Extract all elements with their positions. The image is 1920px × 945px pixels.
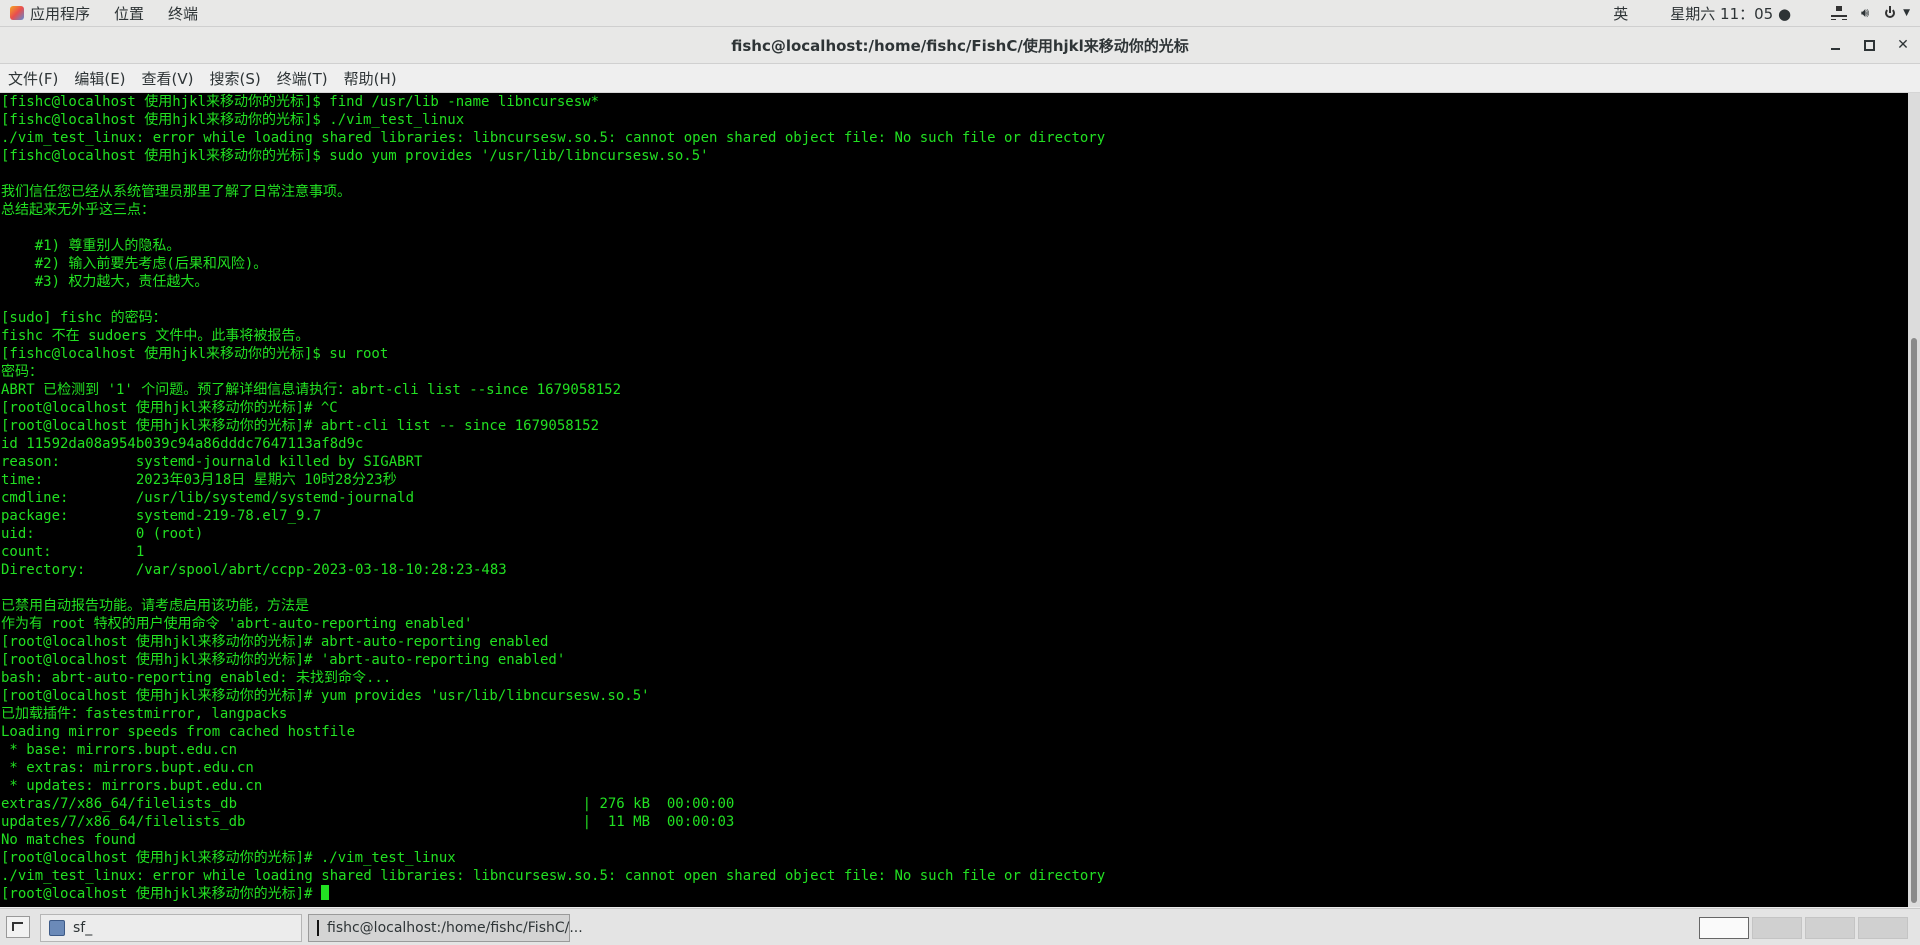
terminal-line: count: 1: [1, 544, 145, 560]
applications-menu[interactable]: 应用程序: [10, 3, 90, 24]
terminal-prompt: [root@localhost 使用hjkl来移动你的光标]#: [1, 886, 321, 902]
terminal-line: [root@localhost 使用hjkl来移动你的光标]# 'abrt-au…: [1, 652, 566, 668]
file-manager-icon: [49, 920, 65, 936]
input-method-indicator[interactable]: 英: [1613, 3, 1628, 24]
terminal-line: No matches found: [1, 832, 136, 848]
terminal-line: [fishc@localhost 使用hjkl来移动你的光标]$ find /u…: [1, 94, 600, 110]
workspace-switcher: [1696, 917, 1908, 939]
terminal-output[interactable]: [fishc@localhost 使用hjkl来移动你的光标]$ find /u…: [0, 93, 1908, 907]
terminal-line: uid: 0 (root): [1, 526, 204, 542]
terminal-line: [sudo] fishc 的密码：: [1, 310, 167, 326]
terminal-cursor: [320, 885, 329, 900]
minimize-icon: [1830, 48, 1840, 50]
workspace-3[interactable]: [1805, 917, 1855, 939]
show-desktop-button[interactable]: [6, 916, 30, 938]
minimize-button[interactable]: [1818, 27, 1852, 63]
terminal-line: [fishc@localhost 使用hjkl来移动你的光标]$ sudo yu…: [1, 148, 709, 164]
menu-terminal[interactable]: 终端(T): [269, 68, 336, 89]
terminal-line: reason: systemd-journald killed by SIGAB…: [1, 454, 423, 470]
terminal-line: 我们信任您已经从系统管理员那里了解了日常注意事项。: [1, 184, 351, 200]
terminal-line: 总结起来无外乎这三点：: [1, 202, 155, 218]
places-label: 位置: [114, 4, 145, 23]
terminal-line: extras/7/x86_64/filelists_db | 276 kB 00…: [1, 796, 735, 812]
applications-label: 应用程序: [30, 4, 91, 23]
taskbar-item-files[interactable]: sf_: [40, 914, 302, 942]
terminal-line: updates/7/x86_64/filelists_db | 11 MB 00…: [1, 814, 735, 830]
terminal-prompt-line[interactable]: [root@localhost 使用hjkl来移动你的光标]#: [0, 885, 1908, 903]
volume-icon[interactable]: 🔊︎: [1857, 6, 1873, 21]
terminal-line: Directory: /var/spool/abrt/ccpp-2023-03-…: [1, 562, 507, 578]
scrollbar-thumb[interactable]: [1911, 338, 1917, 903]
terminal-line: cmdline: /usr/lib/systemd/systemd-journa…: [1, 490, 415, 506]
window-title: fishc@localhost:/home/fishc/FishC/使用hjkl…: [731, 36, 1189, 55]
power-icon[interactable]: [1883, 6, 1899, 20]
maximize-icon: [1863, 39, 1875, 51]
workspace-4[interactable]: [1858, 917, 1908, 939]
taskbar-item-label: fishc@localhost:/home/fishc/FishC/...: [327, 920, 583, 936]
terminal-line: #1) 尊重别人的隐私。: [1, 238, 181, 254]
terminal-line: 密码：: [1, 364, 43, 380]
places-menu[interactable]: 位置: [114, 3, 144, 24]
terminal-line: [root@localhost 使用hjkl来移动你的光标]# abrt-cli…: [1, 418, 600, 434]
terminal-line: [root@localhost 使用hjkl来移动你的光标]# ./vim_te…: [1, 850, 456, 866]
terminal-line: * base: mirrors.bupt.edu.cn: [1, 742, 238, 758]
menu-view[interactable]: 查看(V): [134, 68, 202, 89]
terminal-line: ./vim_test_linux: error while loading sh…: [1, 130, 1106, 146]
terminal-line: 作为有 root 特权的用户使用命令 'abrt-auto-reporting …: [1, 616, 473, 632]
taskbar: sf_ fishc@localhost:/home/fishc/FishC/..…: [0, 908, 1920, 945]
terminal-app-label: 终端: [168, 4, 199, 23]
terminal-line: * updates: mirrors.bupt.edu.cn: [1, 778, 263, 794]
terminal-line: [root@localhost 使用hjkl来移动你的光标]# abrt-aut…: [1, 634, 549, 650]
terminal-line: ABRT 已检测到 '1' 个问题。预了解详细信息请执行：abrt-cli li…: [1, 382, 622, 398]
terminal-line: 已加载插件：fastestmirror, langpacks: [1, 706, 288, 722]
terminal-app-menu[interactable]: 终端: [168, 3, 198, 24]
terminal-line: package: systemd-219-78.el7_9.7: [1, 508, 322, 524]
terminal-line: id 11592da08a954b039c94a86dddc7647113af8…: [1, 436, 364, 452]
terminal-line: [root@localhost 使用hjkl来移动你的光标]# ^C: [1, 400, 338, 416]
workspace-1[interactable]: [1699, 917, 1749, 939]
terminal-line: ./vim_test_linux: error while loading sh…: [1, 868, 1106, 884]
menu-bar: 文件(F) 编辑(E) 查看(V) 搜索(S) 终端(T) 帮助(H): [0, 64, 1920, 93]
terminal-line: Loading mirror speeds from cached hostfi…: [1, 724, 356, 740]
terminal-line: #3) 权力越大，责任越大。: [1, 274, 209, 290]
terminal-line: [fishc@localhost 使用hjkl来移动你的光标]$ su root: [1, 346, 389, 362]
terminal-line: [root@localhost 使用hjkl来移动你的光标]# yum prov…: [1, 688, 650, 704]
top-panel: 应用程序 位置 终端 英 星期六 11：05 ● 🔊︎ ▼: [0, 0, 1920, 27]
menu-edit[interactable]: 编辑(E): [66, 68, 133, 89]
system-menu-arrow-icon[interactable]: ▼: [1903, 8, 1910, 18]
terminal-line: 已禁用自动报告功能。请考虑启用该功能，方法是: [1, 598, 309, 614]
close-icon: ✕: [1897, 37, 1909, 53]
maximize-button[interactable]: [1852, 27, 1886, 63]
applications-icon: [10, 6, 24, 20]
terminal-line: time: 2023年03月18日 星期六 10时28分23秒: [1, 472, 397, 488]
menu-help[interactable]: 帮助(H): [336, 68, 405, 89]
terminal-scrollbar[interactable]: [1908, 93, 1920, 907]
menu-search[interactable]: 搜索(S): [202, 68, 269, 89]
terminal-line: [fishc@localhost 使用hjkl来移动你的光标]$ ./vim_t…: [1, 112, 465, 128]
taskbar-item-terminal[interactable]: fishc@localhost:/home/fishc/FishC/...: [308, 914, 583, 942]
terminal-line: * extras: mirrors.bupt.edu.cn: [1, 760, 254, 776]
window-title-bar[interactable]: fishc@localhost:/home/fishc/FishC/使用hjkl…: [0, 27, 1920, 64]
terminal-line: #2) 输入前要先考虑(后果和风险)。: [1, 256, 268, 272]
taskbar-item-label: sf_: [73, 920, 93, 936]
clock[interactable]: 星期六 11：05 ●: [1670, 3, 1791, 24]
workspace-2[interactable]: [1752, 917, 1802, 939]
terminal-icon: [317, 920, 319, 936]
terminal-line: bash: abrt-auto-reporting enabled: 未找到命令…: [1, 670, 392, 686]
network-icon[interactable]: [1831, 6, 1848, 20]
menu-file[interactable]: 文件(F): [0, 68, 66, 89]
close-button[interactable]: ✕: [1886, 27, 1920, 63]
terminal-line: fishc 不在 sudoers 文件中。此事将被报告。: [1, 328, 310, 344]
